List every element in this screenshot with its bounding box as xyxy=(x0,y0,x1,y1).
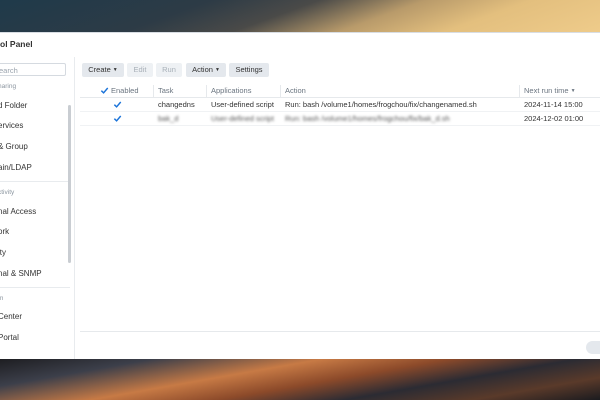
sidebar-section-connectivity: ctivity xyxy=(0,189,15,196)
task-application: User-defined script xyxy=(211,114,274,123)
sidebar-item-network[interactable]: ork xyxy=(0,227,9,236)
column-divider xyxy=(280,85,281,97)
task-next-run: 2024-12-02 01:00 xyxy=(524,114,584,123)
sidebar-section-sharing: haring xyxy=(0,83,17,90)
sidebar: earch haring d Folder ervices & Group ai… xyxy=(0,57,75,359)
column-divider xyxy=(153,85,154,97)
task-next-run: 2024-11-14 15:00 xyxy=(524,100,583,109)
action-button[interactable]: Action ▼ xyxy=(186,63,226,77)
header-next-run-label: Next run time xyxy=(524,86,569,95)
select-all-check-icon[interactable] xyxy=(100,86,109,95)
task-name: bak_d xyxy=(158,114,179,123)
enabled-check-icon[interactable] xyxy=(113,100,122,109)
column-divider xyxy=(206,85,207,97)
sidebar-section-system: m xyxy=(0,295,3,302)
footer-divider xyxy=(80,331,600,332)
table-header: Enabled Task Applications Action Next ru… xyxy=(80,85,600,98)
sidebar-item-info-center[interactable]: Center xyxy=(0,312,22,321)
task-action: Run: bash /volume1/homes/frogchou/fix/ba… xyxy=(285,114,450,123)
sidebar-divider xyxy=(0,287,70,288)
header-enabled[interactable]: Enabled xyxy=(111,86,139,95)
window-title: ol Panel xyxy=(0,39,33,49)
header-action[interactable]: Action xyxy=(285,86,306,95)
settings-button[interactable]: Settings xyxy=(229,63,269,77)
task-table: Enabled Task Applications Action Next ru… xyxy=(80,85,600,365)
task-action: Run: bash /volume1/homes/frogchou/fix/ch… xyxy=(285,100,477,109)
sidebar-search-input[interactable]: earch xyxy=(0,63,66,76)
sidebar-item-domain-ldap[interactable]: ain/LDAP xyxy=(0,163,32,172)
header-task[interactable]: Task xyxy=(158,86,173,95)
task-name: changedns xyxy=(158,100,195,109)
header-next-run-time[interactable]: Next run time ▼ xyxy=(524,86,576,95)
column-divider xyxy=(519,85,520,97)
footer-button[interactable] xyxy=(586,341,600,354)
sidebar-item-file-services[interactable]: ervices xyxy=(0,121,23,130)
table-row[interactable]: bak_d User-defined script Run: bash /vol… xyxy=(80,112,600,126)
sort-desc-icon: ▼ xyxy=(570,88,576,94)
sidebar-item-terminal-snmp[interactable]: nal & SNMP xyxy=(0,269,42,278)
run-button[interactable]: Run xyxy=(156,63,182,77)
sidebar-item-external-access[interactable]: nal Access xyxy=(0,207,36,216)
sidebar-item-user-group[interactable]: & Group xyxy=(0,142,28,151)
create-label: Create xyxy=(88,65,111,74)
enabled-check-icon[interactable] xyxy=(113,114,122,123)
chevron-down-icon: ▼ xyxy=(214,67,220,73)
control-panel-window: ol Panel earch haring d Folder ervices &… xyxy=(0,32,600,359)
edit-button[interactable]: Edit xyxy=(127,63,153,77)
chevron-down-icon: ▼ xyxy=(112,67,118,73)
table-row[interactable]: changedns User-defined script Run: bash … xyxy=(80,98,600,112)
sidebar-divider xyxy=(0,181,70,182)
sidebar-scrollbar[interactable] xyxy=(68,105,71,263)
sidebar-item-shared-folder[interactable]: d Folder xyxy=(0,101,27,110)
header-applications[interactable]: Applications xyxy=(211,86,251,95)
action-label: Action xyxy=(192,65,213,74)
task-application: User-defined script xyxy=(211,100,274,109)
create-button[interactable]: Create ▼ xyxy=(82,63,124,77)
sidebar-item-login-portal[interactable]: Portal xyxy=(0,333,19,342)
sidebar-item-security[interactable]: ity xyxy=(0,248,6,257)
